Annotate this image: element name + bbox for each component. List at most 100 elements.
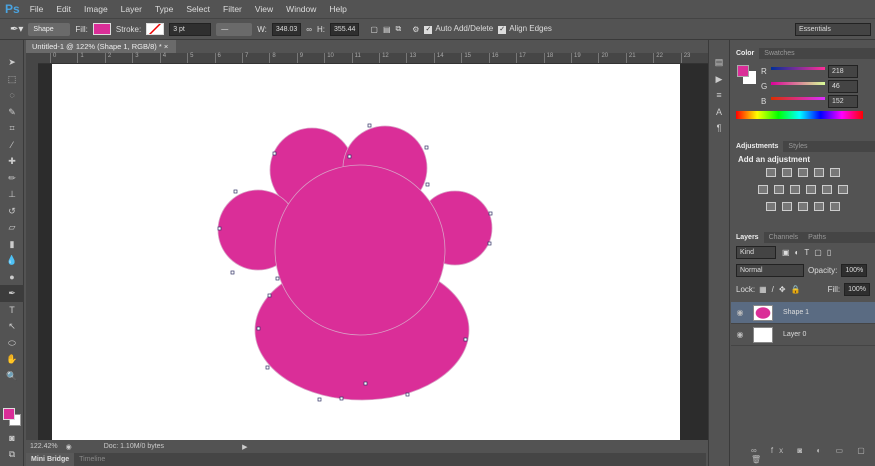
layer-row-shape-1[interactable]: ◉ Shape 1 (731, 302, 875, 324)
curves-icon[interactable] (798, 168, 808, 177)
r-slider[interactable] (771, 67, 825, 70)
tab-layers[interactable]: Layers (731, 232, 764, 243)
screen-mode-icon[interactable]: ⧉ (0, 446, 24, 463)
paw-shape[interactable] (52, 64, 680, 440)
document-tab[interactable]: Untitled-1 @ 122% (Shape 1, RGB/8) * × (26, 40, 176, 53)
type-tool-icon[interactable]: T (0, 302, 24, 319)
posterize-icon[interactable] (782, 202, 792, 211)
tab-adjustments[interactable]: Adjustments (731, 141, 784, 152)
stroke-swatch[interactable] (146, 23, 165, 35)
gradient-map-icon[interactable] (830, 202, 840, 211)
properties-panel-icon[interactable]: ≡ (709, 87, 729, 104)
invert-icon[interactable] (766, 202, 776, 211)
visibility-eye-icon[interactable]: ◉ (731, 308, 749, 317)
hue-saturation-icon[interactable] (758, 185, 768, 194)
actions-panel-icon[interactable]: ▶ (709, 71, 729, 88)
width-field[interactable]: 348.03 (271, 22, 302, 36)
eraser-tool-icon[interactable]: ▱ (0, 219, 24, 236)
tab-swatches[interactable]: Swatches (759, 48, 799, 59)
black-white-icon[interactable] (790, 185, 800, 194)
gear-icon[interactable]: ⚙ (412, 25, 419, 34)
pen-tool-icon[interactable]: ✒▾ (10, 24, 23, 35)
brush-tool-icon[interactable]: ✏ (0, 170, 24, 187)
zoom-tool-icon[interactable]: 🔍 (0, 368, 24, 385)
color-fg-swatch[interactable] (737, 65, 749, 77)
healing-tool-icon[interactable]: ✚ (0, 153, 24, 170)
layer-row-layer-0[interactable]: ◉ Layer 0 (731, 324, 875, 346)
dodge-tool-icon[interactable]: ● (0, 269, 24, 286)
tab-paths[interactable]: Paths (803, 232, 831, 243)
tab-mini-bridge[interactable]: Mini Bridge (26, 453, 75, 466)
status-arrow-icon[interactable]: ▶ (242, 443, 247, 451)
stroke-type-select[interactable]: — (216, 22, 253, 36)
tab-channels[interactable]: Channels (764, 232, 804, 243)
stamp-tool-icon[interactable]: ⊥ (0, 186, 24, 203)
menu-edit[interactable]: Edit (56, 4, 71, 14)
color-spectrum[interactable] (736, 111, 863, 119)
selective-color-icon[interactable] (814, 202, 824, 211)
threshold-icon[interactable] (798, 202, 808, 211)
menu-file[interactable]: File (30, 4, 44, 14)
document-canvas[interactable] (52, 64, 680, 440)
fill-field[interactable]: 100% (844, 283, 870, 296)
menu-layer[interactable]: Layer (121, 4, 142, 14)
history-panel-icon[interactable]: ▤ (709, 54, 729, 71)
g-value[interactable]: 46 (828, 80, 858, 93)
menu-image[interactable]: Image (84, 4, 108, 14)
exposure-icon[interactable] (814, 168, 824, 177)
stroke-width-field[interactable]: 3 pt (169, 22, 212, 36)
move-tool-icon[interactable]: ➤ (0, 54, 24, 71)
filter-icons[interactable]: ▣◐T▢▯ (782, 248, 836, 257)
opacity-field[interactable]: 100% (841, 264, 868, 277)
b-value[interactable]: 152 (828, 95, 858, 108)
status-menu-icon[interactable]: ◉ (66, 443, 72, 451)
height-field[interactable]: 355.44 (329, 22, 360, 36)
menu-view[interactable]: View (255, 4, 273, 14)
link-icon[interactable]: ∞ (306, 25, 312, 34)
auto-add-delete-checkbox[interactable]: ✓ Auto Add/Delete (424, 24, 493, 34)
menu-type[interactable]: Type (155, 4, 173, 14)
blend-mode-select[interactable]: Normal (736, 264, 804, 277)
g-slider[interactable] (771, 82, 825, 85)
close-tab-icon[interactable]: × (164, 42, 168, 51)
gradient-tool-icon[interactable]: ▮ (0, 236, 24, 253)
menu-window[interactable]: Window (286, 4, 316, 14)
menu-select[interactable]: Select (186, 4, 210, 14)
zoom-level[interactable]: 122.42% (30, 443, 58, 450)
quick-select-tool-icon[interactable]: ✎ (0, 104, 24, 121)
crop-tool-icon[interactable]: ⌗ (0, 120, 24, 137)
mode-select[interactable]: Shape (28, 22, 71, 36)
path-arrangement-icon[interactable]: ⧉ (396, 24, 402, 34)
photo-filter-icon[interactable] (806, 185, 816, 194)
paragraph-panel-icon[interactable]: ¶ (709, 120, 729, 137)
color-lookup-icon[interactable] (838, 185, 848, 194)
lock-icons[interactable]: ▦/✥🔒 (759, 285, 805, 294)
hand-tool-icon[interactable]: ✋ (0, 351, 24, 368)
character-panel-icon[interactable]: A (709, 104, 729, 121)
foreground-color[interactable] (3, 408, 15, 420)
visibility-eye-icon[interactable]: ◉ (731, 330, 749, 339)
tab-styles[interactable]: Styles (783, 141, 812, 152)
fill-swatch[interactable] (92, 23, 111, 35)
path-operations-icon[interactable]: ▢ (370, 25, 378, 34)
quick-mask-icon[interactable]: ◙ (0, 430, 24, 447)
path-selection-tool-icon[interactable]: ↖ (0, 318, 24, 335)
channel-mixer-icon[interactable] (822, 185, 832, 194)
b-slider[interactable] (771, 97, 825, 100)
marquee-tool-icon[interactable]: ⬚ (0, 71, 24, 88)
align-edges-checkbox[interactable]: ✓ Align Edges (498, 24, 552, 34)
shape-tool-icon[interactable]: ⬭ (0, 335, 24, 352)
layers-footer-icons[interactable]: ∞ fx ◙ ◐ ▭ ▢ 🗑 (751, 446, 875, 464)
eyedropper-tool-icon[interactable]: ⁄ (0, 137, 24, 154)
blur-tool-icon[interactable]: 💧 (0, 252, 24, 269)
history-brush-tool-icon[interactable]: ↺ (0, 203, 24, 220)
tab-color[interactable]: Color (731, 48, 760, 59)
menu-help[interactable]: Help (329, 4, 346, 14)
layer-filter-select[interactable]: Kind (736, 246, 776, 259)
levels-icon[interactable] (782, 168, 792, 177)
menu-filter[interactable]: Filter (223, 4, 242, 14)
vibrance-icon[interactable] (830, 168, 840, 177)
r-value[interactable]: 218 (828, 65, 858, 78)
pen-tool-icon[interactable]: ✒ (0, 285, 24, 302)
color-balance-icon[interactable] (774, 185, 784, 194)
